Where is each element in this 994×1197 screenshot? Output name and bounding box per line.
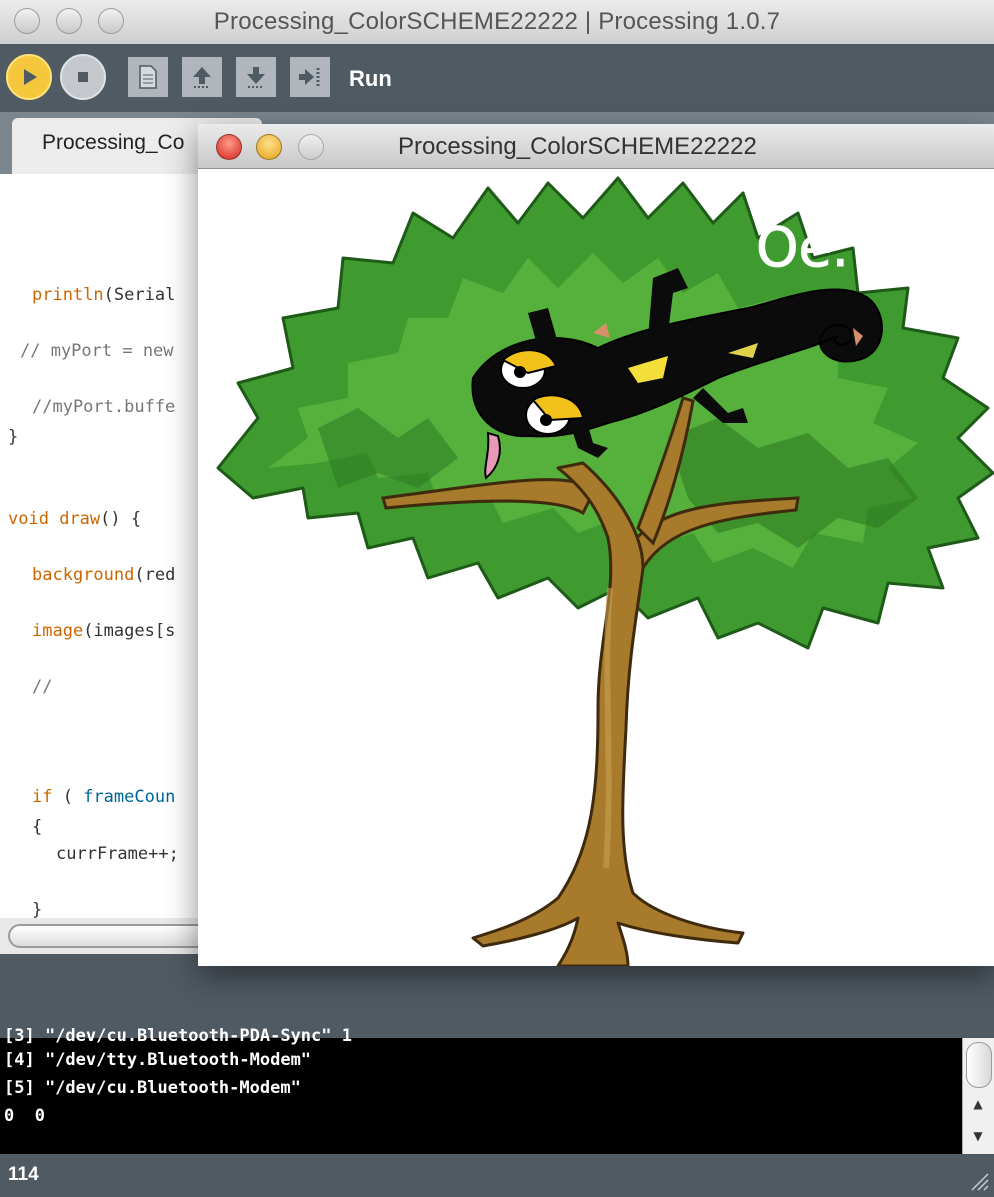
open-button[interactable] (182, 57, 222, 97)
toolbar: Run (0, 44, 994, 112)
sketch-window-title: Processing_ColorSCHEME22222 (398, 133, 757, 160)
code-line: //myPort.buffe (32, 397, 176, 417)
code-token: frameCoun (83, 787, 176, 807)
code-line: background(red (32, 565, 175, 585)
code-line: if ( frameCoun (32, 787, 175, 807)
console-line: [4] "/dev/tty.Bluetooth-Modem" (4, 1050, 312, 1070)
code-token: image (32, 621, 84, 641)
window-title: Processing_ColorSCHEME22222 | Processing… (213, 8, 781, 35)
sketch-zoom-button[interactable] (298, 134, 324, 160)
code-token: if (32, 787, 53, 807)
open-arrow-up-icon (193, 67, 211, 88)
play-icon (24, 69, 37, 85)
code-line: println(Serial (32, 285, 175, 305)
code-token: (images[s (83, 621, 176, 641)
line-number: 114 (8, 1164, 39, 1185)
code-line: image(images[s (32, 621, 175, 641)
code-line: } (8, 427, 19, 447)
console-line: [3] "/dev/cu.Bluetooth-PDA-Sync" 1 (4, 1026, 352, 1046)
tab-sketch-label: Processing_Co (42, 131, 185, 154)
canvas-text: Oe. (756, 216, 849, 279)
console-line: 0 0 (4, 1106, 45, 1126)
resize-grip-icon[interactable] (966, 1168, 990, 1192)
stop-button[interactable] (60, 54, 106, 100)
code-token: void (8, 509, 49, 529)
run-button[interactable] (6, 54, 52, 100)
scroll-down-arrow-icon[interactable]: ▼ (966, 1126, 990, 1146)
new-file-icon (139, 65, 157, 89)
code-line: currFrame++; (56, 844, 179, 864)
console-scroll-thumb[interactable] (966, 1042, 992, 1088)
scroll-up-arrow-icon[interactable]: ▲ (966, 1094, 990, 1114)
code-line: void draw() { (8, 509, 141, 529)
sketch-close-button[interactable] (216, 134, 242, 160)
tree-lizard-illustration: Oe. (216, 176, 994, 968)
code-line: // myPort = new (20, 341, 174, 361)
save-arrow-down-icon (247, 67, 265, 88)
toolbar-hint-label: Run (349, 66, 392, 91)
ide-titlebar[interactable]: Processing_ColorSCHEME22222 | Processing… (0, 0, 994, 45)
code-token: println (32, 285, 104, 305)
code-token: (red (134, 565, 176, 585)
export-arrow-right-icon (299, 68, 320, 86)
code-line: // (32, 677, 53, 697)
status-bar (0, 1154, 994, 1197)
sketch-minimize-button[interactable] (256, 134, 282, 160)
code-token: ( (52, 787, 84, 807)
console-line: [5] "/dev/cu.Bluetooth-Modem" (4, 1078, 301, 1098)
code-token: () { (100, 509, 142, 529)
stop-icon (78, 72, 88, 82)
new-button[interactable] (128, 57, 168, 97)
save-button[interactable] (236, 57, 276, 97)
code-token: draw (59, 509, 101, 529)
export-button[interactable] (290, 57, 330, 97)
code-token: (Serial (103, 285, 176, 305)
console-output: [3] "/dev/cu.Bluetooth-PDA-Sync" 1 [4] "… (0, 1026, 994, 1154)
code-token: background (32, 565, 135, 585)
code-line: { (32, 817, 43, 837)
sketch-canvas[interactable]: Oe. (198, 168, 994, 968)
code-line: } (32, 900, 43, 920)
